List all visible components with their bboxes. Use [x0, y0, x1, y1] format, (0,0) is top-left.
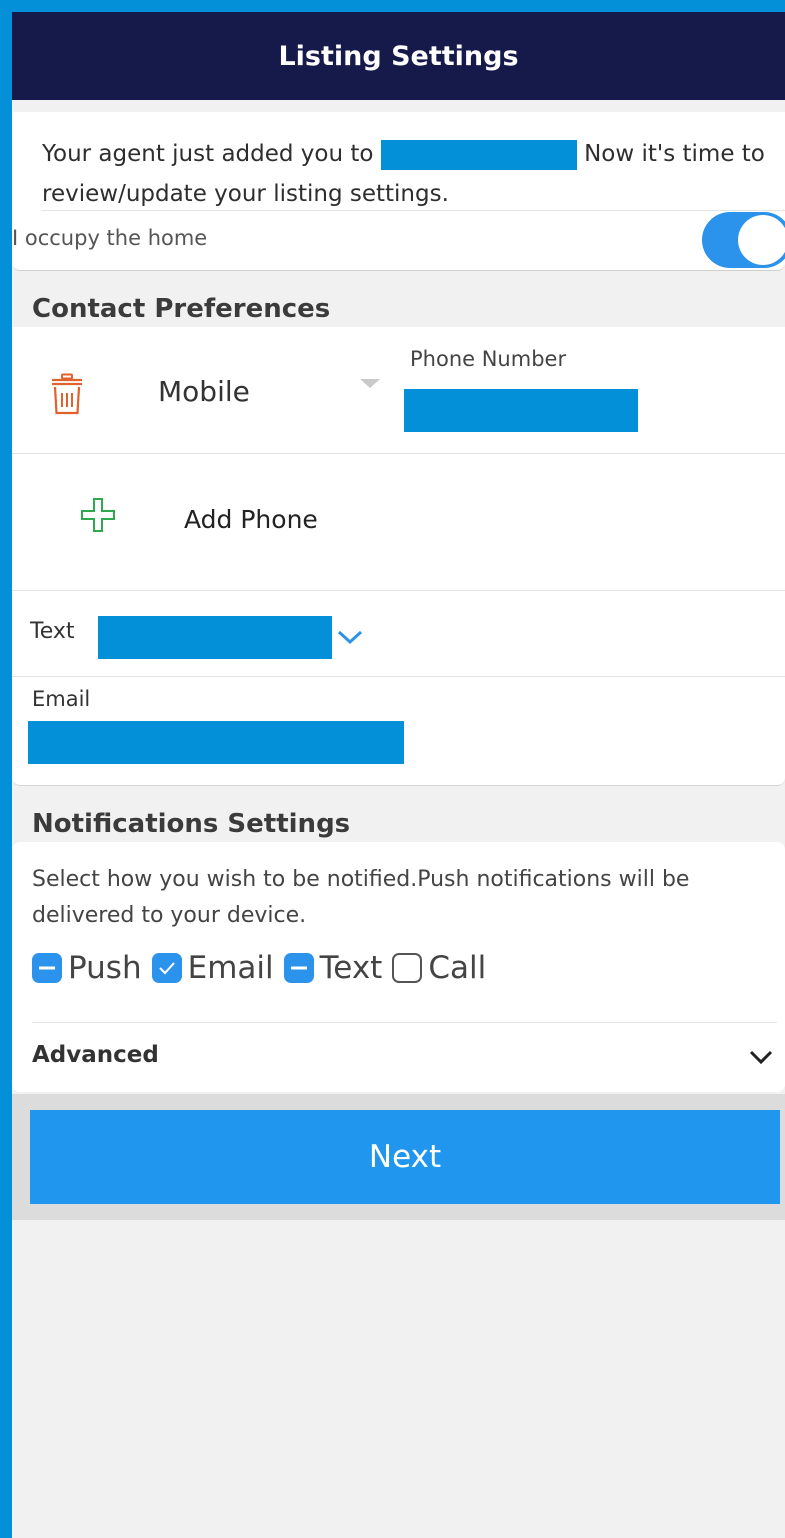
minus-icon: [39, 966, 55, 970]
plus-icon[interactable]: [80, 497, 116, 533]
email-input[interactable]: [28, 721, 404, 764]
advanced-toggle[interactable]: Advanced: [32, 1042, 159, 1068]
redacted-listing-name: [380, 139, 577, 170]
divider: [12, 590, 785, 591]
email-label: Email: [32, 687, 91, 711]
chevron-down-icon[interactable]: [748, 1048, 774, 1066]
phone-type-select[interactable]: Mobile: [158, 375, 250, 408]
text-label: Text: [319, 950, 383, 986]
occupy-home-label: I occupy the home: [12, 226, 208, 250]
intro-message: Your agent just added you to Now it's ti…: [42, 134, 782, 214]
phone-number-input[interactable]: [404, 389, 638, 432]
notification-channels: Push Email Text Call: [32, 948, 496, 988]
push-checkbox[interactable]: [32, 953, 62, 983]
text-number-select[interactable]: [98, 616, 332, 659]
minus-icon: [290, 966, 307, 970]
occupy-home-toggle[interactable]: [702, 212, 785, 268]
chevron-down-icon[interactable]: [336, 627, 364, 647]
intro-text-start: Your agent just added you to: [42, 141, 381, 167]
divider: [12, 676, 785, 677]
dropdown-caret-icon[interactable]: [360, 379, 380, 388]
text-label: Text: [30, 619, 75, 644]
toggle-knob: [738, 215, 785, 265]
call-label: Call: [428, 950, 487, 986]
notifications-description: Select how you wish to be notified.Push …: [32, 867, 690, 928]
page-title: Listing Settings: [278, 40, 519, 72]
notifications-settings-title: Notifications Settings: [32, 809, 351, 839]
add-phone-button[interactable]: Add Phone: [184, 505, 318, 534]
push-label: Push: [68, 950, 142, 986]
divider: [12, 453, 785, 454]
app-header: Listing Settings: [12, 12, 785, 100]
checkmark-icon: [158, 962, 175, 975]
notifications-card: Select how you wish to be notified.Push …: [12, 842, 785, 1092]
call-checkbox[interactable]: [392, 953, 423, 983]
trash-icon[interactable]: [50, 373, 84, 415]
email-checkbox[interactable]: [151, 953, 182, 983]
text-checkbox[interactable]: [283, 953, 314, 983]
divider: [32, 1022, 777, 1023]
divider: [42, 210, 785, 211]
phone-number-label: Phone Number: [410, 347, 567, 371]
contact-card: Mobile Phone Number Add Phone Text Email: [12, 327, 785, 786]
app-screen: Listing Settings Your agent just added y…: [12, 12, 785, 1538]
email-label: Email: [187, 950, 274, 986]
contact-preferences-title: Contact Preferences: [32, 294, 331, 324]
intro-card: Your agent just added you to Now it's ti…: [12, 112, 785, 271]
next-button[interactable]: Next: [30, 1110, 780, 1204]
